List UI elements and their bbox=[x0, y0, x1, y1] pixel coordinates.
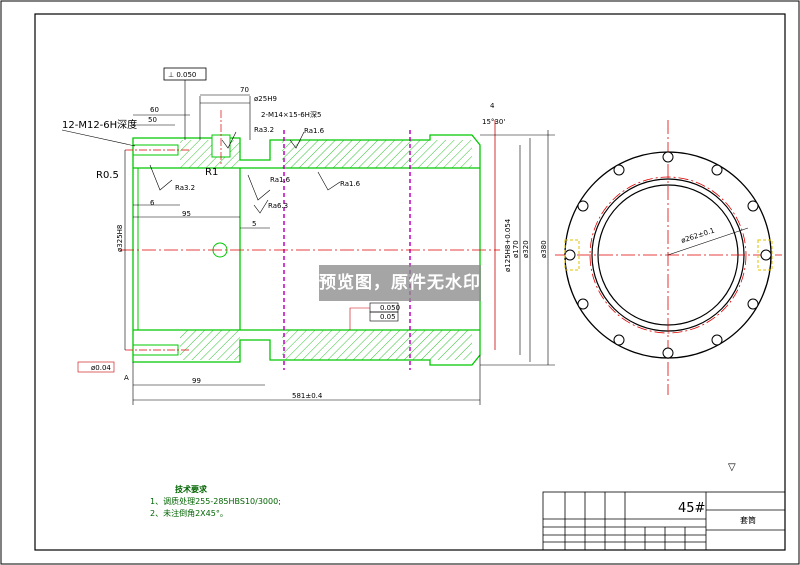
dim-50: 50 bbox=[148, 116, 157, 124]
dim-dia-170: ø170 bbox=[512, 240, 520, 258]
watermark: 预览图，原件无水印 bbox=[319, 265, 481, 301]
lower-wall-hatch-left bbox=[180, 330, 240, 360]
roughness-4: Ra1.6 bbox=[270, 176, 291, 184]
upper-wall-hatch-left bbox=[180, 140, 240, 168]
dim-dia-380: ø380 bbox=[540, 240, 548, 258]
roughness-1: Ra3.2 bbox=[175, 184, 195, 192]
lower-wall-hatch bbox=[282, 330, 472, 360]
tech-note-2: 2、未注倒角2X45°。 bbox=[150, 508, 228, 518]
radius-05: R0.5 bbox=[96, 170, 119, 181]
roughness-6: Ra6.3 bbox=[268, 202, 288, 210]
roughness-3: Ra1.6 bbox=[304, 127, 325, 135]
tech-notes-title: 技术要求 bbox=[175, 484, 208, 494]
thread-callout: 12-M12-6H深度 bbox=[62, 118, 137, 131]
section-view bbox=[120, 110, 500, 370]
datum-a: A bbox=[124, 374, 129, 382]
dim-dia-320: ø320 bbox=[522, 240, 530, 258]
part-name: 套筒 bbox=[740, 515, 756, 525]
dim-6: 6 bbox=[150, 199, 155, 207]
thread-leader bbox=[61, 129, 136, 147]
dim-15deg: 15°30' bbox=[482, 118, 505, 126]
perp-tol-text: ⊥ 0.050 bbox=[168, 71, 196, 79]
radius-1: R1 bbox=[205, 167, 218, 178]
tech-note-1: 1、调质处理255-285HBS10/3000; bbox=[150, 496, 281, 506]
dim-99: 99 bbox=[192, 377, 201, 385]
dim-dia-left: ø325H8 bbox=[116, 225, 124, 252]
end-view: ø262±0.1 bbox=[555, 120, 782, 395]
roughness-5: Ra1.6 bbox=[340, 180, 361, 188]
pcd-label: ø262±0.1 bbox=[680, 227, 715, 245]
dim-95: 95 bbox=[182, 210, 191, 218]
dim-70: 70 bbox=[240, 86, 249, 94]
dim-total: 581±0.4 bbox=[292, 392, 323, 400]
tol-flat: 0.050 bbox=[380, 304, 400, 312]
dim-4: 4 bbox=[490, 102, 495, 110]
upper-wall-hatch bbox=[282, 140, 472, 168]
dim-25: ø25H9 bbox=[254, 95, 277, 103]
dim-5: 5 bbox=[252, 220, 256, 228]
material: 45# bbox=[678, 501, 705, 516]
dim-60: 60 bbox=[150, 106, 159, 114]
dim-thread-hole: 2-M14×15-6H深5 bbox=[261, 110, 321, 119]
dim-dia-bore: ø125H8+0.054 bbox=[504, 218, 512, 272]
tol-coax: ø0.04 bbox=[91, 364, 111, 372]
roughness-2: Ra3.2 bbox=[254, 126, 274, 134]
general-roughness: ▽ bbox=[728, 462, 736, 473]
tol-runout: 0.05 bbox=[380, 313, 396, 321]
